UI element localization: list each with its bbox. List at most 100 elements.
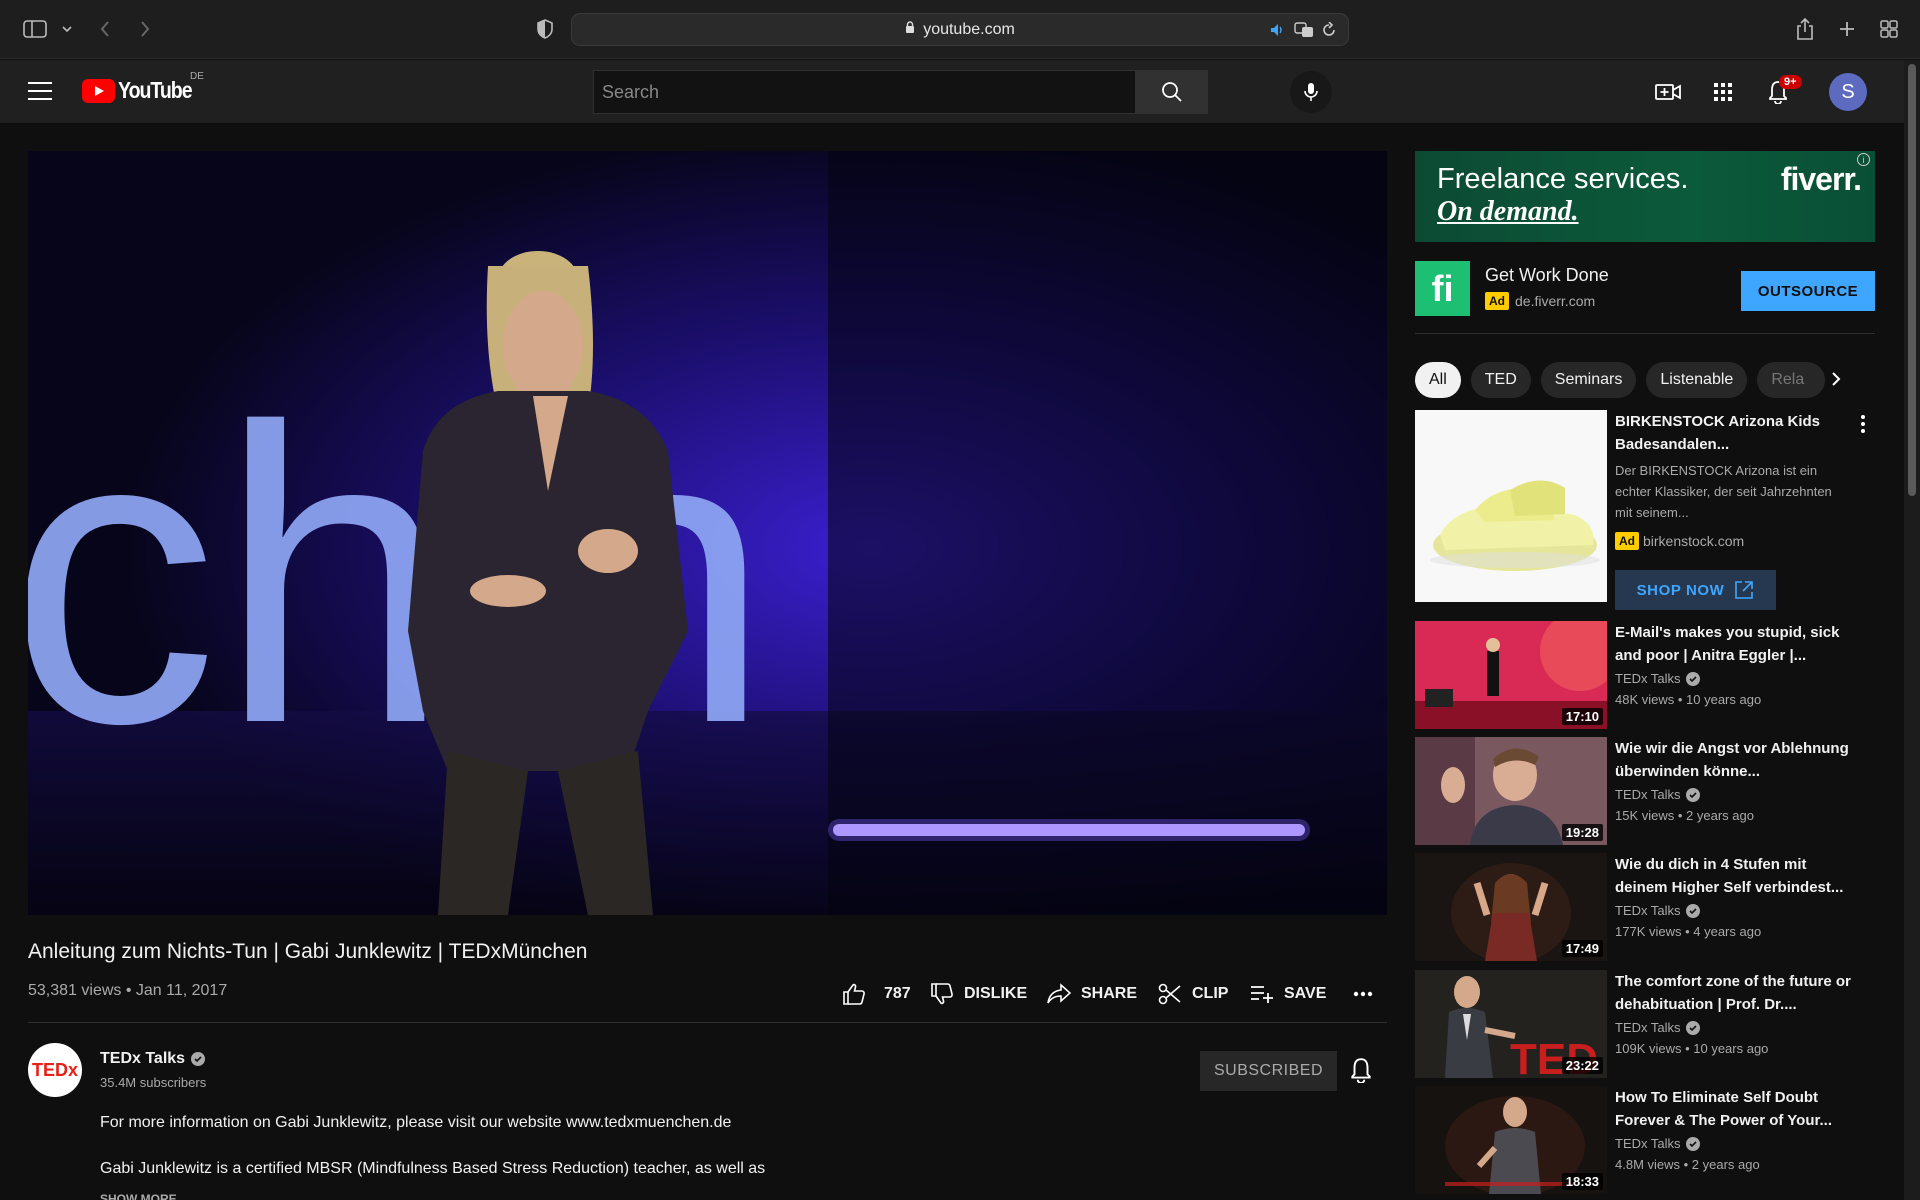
video-views-date: 53,381 views • Jan 11, 2017 <box>28 982 228 999</box>
channel-name[interactable]: TEDx Talks <box>1615 787 1681 802</box>
video-title[interactable]: How To Eliminate Self Doubt Forever & Th… <box>1615 1086 1855 1132</box>
recommendation-item[interactable]: TED 23:22 The comfort zone of the future… <box>1415 970 1885 1078</box>
channel-avatar[interactable]: TEDx <box>28 1043 82 1097</box>
external-link-icon <box>1735 581 1754 599</box>
lock-icon <box>905 20 915 39</box>
country-code: DE <box>190 71 204 82</box>
notification-count-badge: 9+ <box>1779 75 1802 89</box>
share-icon[interactable] <box>1790 14 1820 44</box>
outsource-button[interactable]: OUTSOURCE <box>1741 271 1875 311</box>
channel-bell-icon[interactable] <box>1350 1057 1372 1088</box>
shop-now-label: SHOP NOW <box>1636 581 1725 599</box>
forward-icon[interactable] <box>130 14 160 44</box>
dislike-button[interactable]: DISLIKE <box>930 980 1027 1008</box>
verified-check-icon <box>191 1052 206 1066</box>
video-meta: 48K views • 10 years ago <box>1615 692 1762 707</box>
recommendation-item[interactable]: 19:28 Wie wir die Angst vor Ablehnung üb… <box>1415 737 1885 845</box>
video-thumbnail[interactable]: TED 23:22 <box>1415 970 1607 1078</box>
video-thumbnail[interactable]: 18:33 <box>1415 1086 1607 1194</box>
fiverr-ad-banner[interactable]: Freelance services. On demand. fiverr. <box>1415 151 1875 242</box>
channel-name: TEDx Talks <box>100 1050 186 1067</box>
verified-check-icon <box>1685 1136 1700 1151</box>
channel-row: TEDx Talks <box>1615 1136 1700 1151</box>
shop-now-button[interactable]: SHOP NOW <box>1615 570 1776 610</box>
video-meta: 4.8M views • 2 years ago <box>1615 1157 1760 1172</box>
account-avatar[interactable]: S <box>1829 73 1867 111</box>
chip-related[interactable]: Rela <box>1757 362 1826 398</box>
description-line-2: Gabi Junklewitz is a certified MBSR (Min… <box>100 1160 766 1177</box>
sidebar-toggle-icon[interactable] <box>20 14 50 44</box>
chevron-right-icon[interactable] <box>1830 368 1842 395</box>
voice-search-button[interactable] <box>1290 71 1332 113</box>
video-thumbnail[interactable]: 19:28 <box>1415 737 1607 845</box>
menu-icon[interactable] <box>28 80 52 102</box>
new-tab-icon[interactable] <box>1832 14 1862 44</box>
apps-grid-icon[interactable] <box>1708 77 1738 107</box>
back-icon[interactable] <box>90 14 120 44</box>
share-arrow-icon <box>1047 983 1071 1004</box>
create-video-icon[interactable] <box>1653 77 1683 107</box>
ad-badge: Ad <box>1485 292 1509 310</box>
video-player[interactable]: ch n <box>28 151 1387 915</box>
recommendation-item[interactable]: 17:49 Wie du dich in 4 Stufen mit deinem… <box>1415 853 1885 961</box>
logo-text: YouTube <box>118 77 193 103</box>
channel-name[interactable]: TEDx Talks <box>1615 1136 1681 1151</box>
divider <box>28 1022 1387 1023</box>
promo-domain-row: Ad birkenstock.com <box>1615 532 1744 550</box>
ad-domain-row: Ad de.fiverr.com <box>1485 292 1595 310</box>
youtube-logo[interactable]: YouTube DE <box>82 71 205 104</box>
search-input[interactable] <box>594 71 1135 113</box>
video-title[interactable]: Wie du dich in 4 Stufen mit deinem Highe… <box>1615 853 1855 899</box>
video-title[interactable]: Wie wir die Angst vor Ablehnung überwind… <box>1615 737 1855 783</box>
video-title[interactable]: E-Mail's makes you stupid, sick and poor… <box>1615 621 1855 667</box>
chip-all[interactable]: All <box>1415 362 1461 398</box>
chip-ted[interactable]: TED <box>1470 362 1531 398</box>
thumbs-down-icon <box>931 983 953 1005</box>
promo-thumbnail[interactable] <box>1415 410 1607 602</box>
shield-icon[interactable] <box>530 14 560 44</box>
save-label: SAVE <box>1284 985 1327 1002</box>
verified-check-icon <box>1685 1020 1700 1035</box>
translate-icon[interactable] <box>1294 22 1314 43</box>
speaker-icon[interactable] <box>1270 23 1286 42</box>
chevron-down-icon[interactable] <box>52 14 82 44</box>
reload-icon[interactable] <box>1322 21 1336 43</box>
search-icon <box>1161 82 1182 102</box>
channel-row: TEDx Talks <box>1615 1020 1700 1035</box>
chip-seminars[interactable]: Seminars <box>1540 362 1637 398</box>
ad-banner-line-2: On demand. <box>1437 196 1579 227</box>
more-options-icon[interactable] <box>1860 414 1866 439</box>
share-button[interactable]: SHARE <box>1047 980 1137 1008</box>
promo-title[interactable]: BIRKENSTOCK Arizona Kids Badesandalen... <box>1615 410 1845 456</box>
address-bar[interactable]: youtube.com <box>571 13 1349 46</box>
channel-name-link[interactable]: TEDx Talks <box>100 1050 206 1068</box>
thumbs-up-icon <box>843 983 865 1005</box>
tab-overview-icon[interactable] <box>1874 14 1904 44</box>
search-button[interactable] <box>1135 71 1207 113</box>
video-thumbnail[interactable]: 17:49 <box>1415 853 1607 961</box>
video-thumbnail[interactable]: 17:10 <box>1415 621 1607 729</box>
youtube-header: YouTube DE <box>0 60 1904 123</box>
show-more-button[interactable]: SHOW MORE <box>100 1192 177 1200</box>
channel-name[interactable]: TEDx Talks <box>1615 1020 1681 1035</box>
ad-domain: de.fiverr.com <box>1515 293 1596 309</box>
video-title[interactable]: The comfort zone of the future or dehabi… <box>1615 970 1855 1016</box>
page-scrollbar[interactable] <box>1904 60 1920 1200</box>
video-meta: 109K views • 10 years ago <box>1615 1041 1769 1056</box>
chip-listenable[interactable]: Listenable <box>1646 362 1748 398</box>
recommendation-item[interactable]: 17:10 E-Mail's makes you stupid, sick an… <box>1415 621 1885 729</box>
ad-banner-brand: fiverr. <box>1780 161 1862 197</box>
clip-button[interactable]: CLIP <box>1158 980 1228 1008</box>
channel-name[interactable]: TEDx Talks <box>1615 671 1681 686</box>
ad-title[interactable]: Get Work Done <box>1485 265 1609 286</box>
more-actions-icon[interactable] <box>1353 980 1373 1008</box>
recommendation-item[interactable]: 18:33 How To Eliminate Self Doubt Foreve… <box>1415 1086 1885 1194</box>
ad-info-icon[interactable]: i <box>1857 153 1870 166</box>
scrollbar-thumb[interactable] <box>1908 64 1916 496</box>
like-button[interactable]: 787 <box>842 980 911 1008</box>
fiverr-logo[interactable]: fi <box>1415 261 1470 316</box>
svg-text:ch: ch <box>28 342 452 811</box>
channel-name[interactable]: TEDx Talks <box>1615 903 1681 918</box>
save-button[interactable]: SAVE <box>1250 980 1326 1008</box>
subscribed-button[interactable]: SUBSCRIBED <box>1200 1051 1337 1091</box>
